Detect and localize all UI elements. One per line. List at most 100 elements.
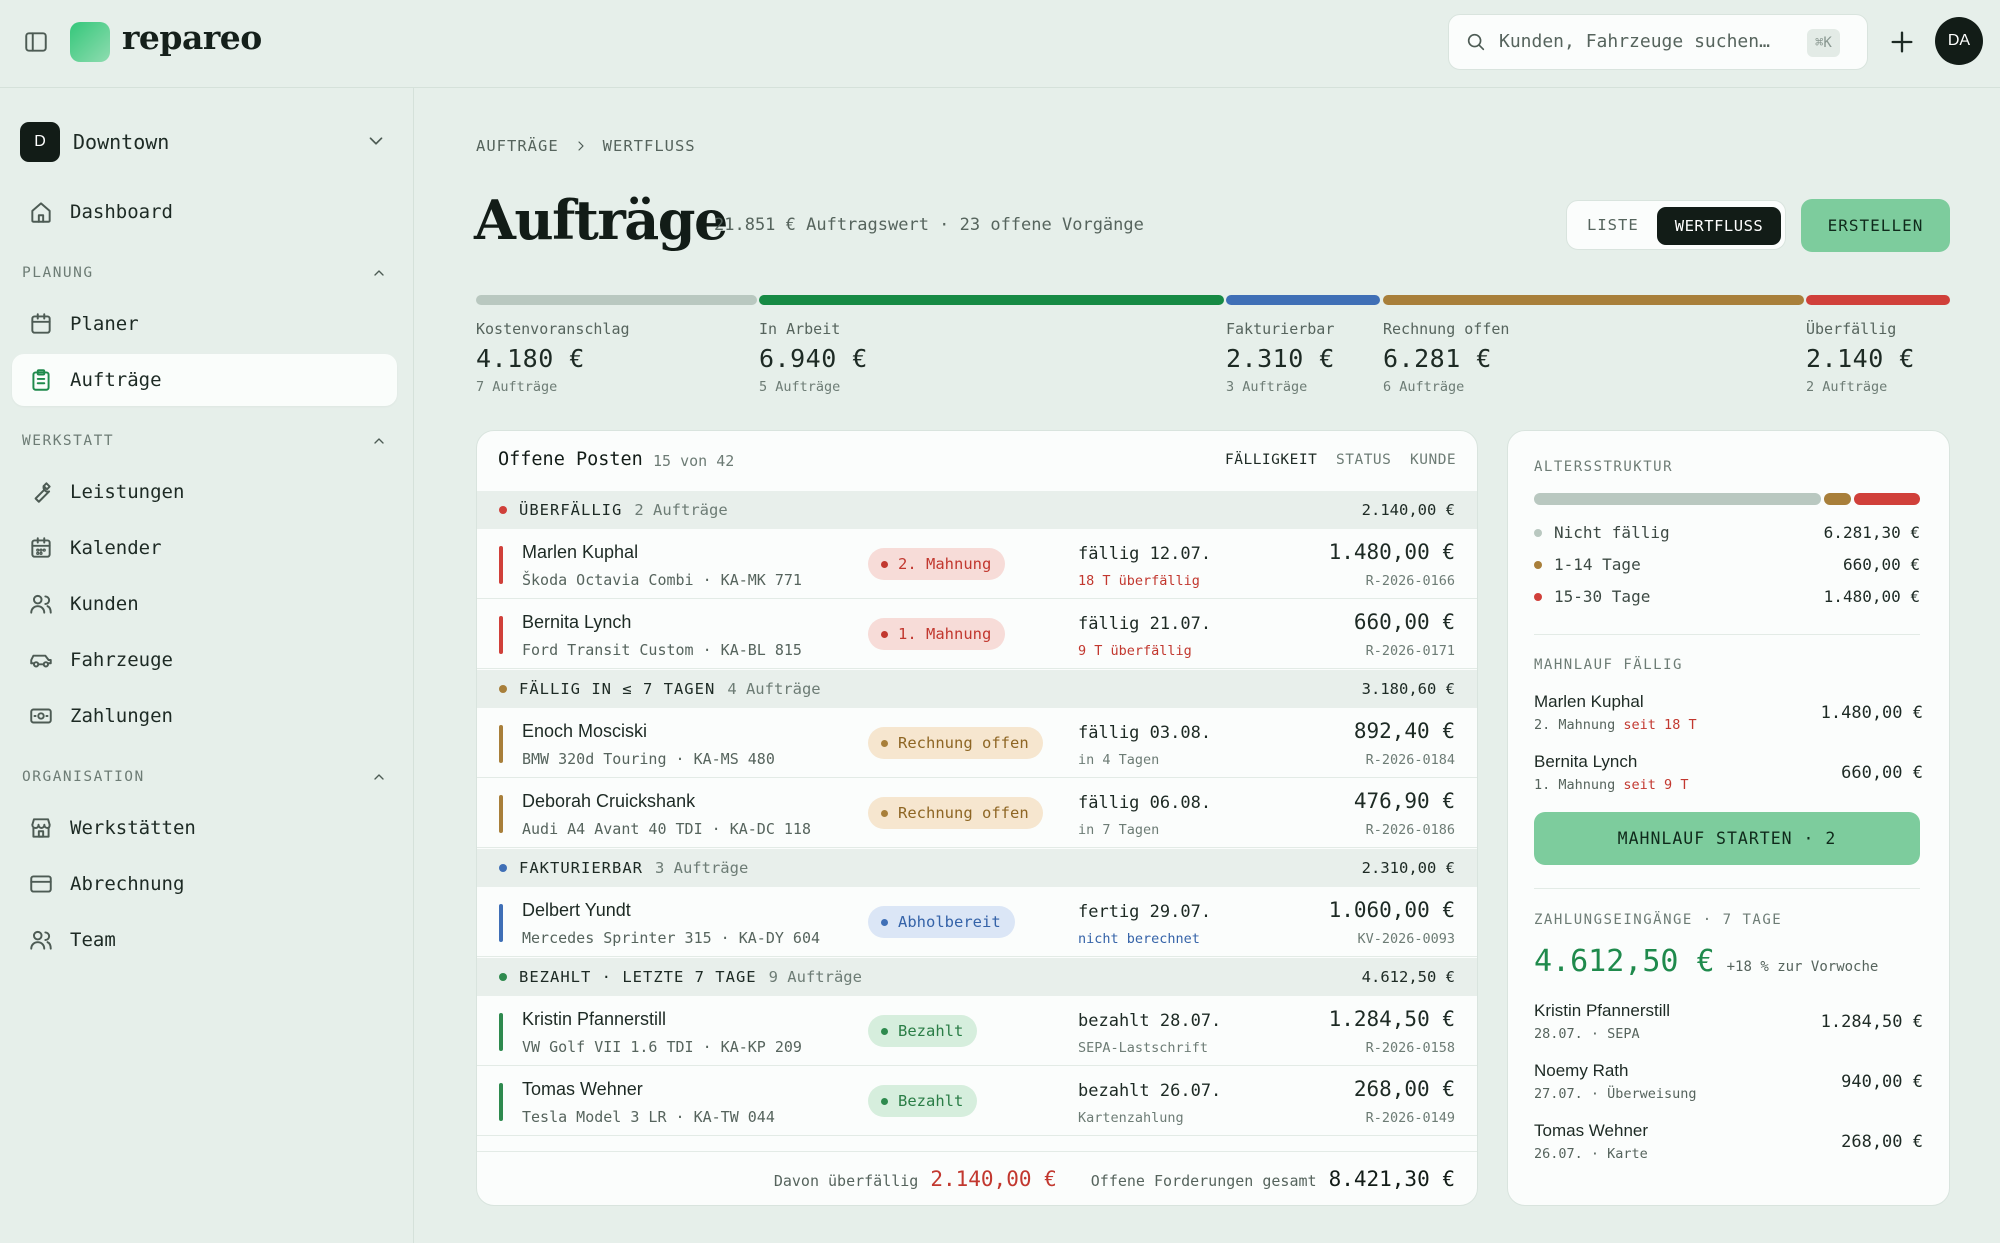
customer-name: Enoch Mosciski <box>522 721 648 741</box>
view-list-tab[interactable]: LISTE <box>1587 216 1639 234</box>
sidebar-item-werkstaetten[interactable]: Werkstätten <box>12 802 397 854</box>
stage-label: Überfällig <box>1806 320 1897 338</box>
row-status-bar <box>499 546 503 584</box>
sort-faelligkeit[interactable]: FÄLLIGKEIT <box>1225 452 1317 468</box>
search-input[interactable]: Kunden, Fahrzeuge suchen… <box>1499 31 1770 52</box>
stage-amount: 6.281 € <box>1383 344 1492 373</box>
due-note: 18 T überfällig <box>1078 573 1200 589</box>
due-note: nicht berechnet <box>1078 931 1200 947</box>
group-sum: 2.140,00 € <box>1361 501 1455 519</box>
page-title: Aufträge <box>474 188 728 252</box>
payment-customer[interactable]: Tomas Wehner <box>1534 1121 1648 1141</box>
pipeline-stage-ueberfaellig[interactable]: Überfällig 2.140 € 2 Aufträge <box>1806 320 1915 395</box>
group-header-ueberfaellig: ÜBERFÄLLIG 2 Aufträge 2.140,00 € <box>477 491 1477 529</box>
pipeline-stage-fakturierbar[interactable]: Fakturierbar 2.310 € 3 Aufträge <box>1226 320 1335 395</box>
view-flow-tab[interactable]: WERTFLUSS <box>1657 207 1781 245</box>
pipeline-stage-kostenvoranschlag[interactable]: Kostenvoranschlag 4.180 € 7 Aufträge <box>476 320 630 395</box>
table-row[interactable]: Enoch Mosciski BMW 320d Touring · KA-MS … <box>477 708 1477 778</box>
dunning-title: MAHNLAUF FÄLLIG <box>1534 657 1683 673</box>
location-switcher[interactable]: D Downtown <box>20 120 390 164</box>
badge-dot <box>881 1027 888 1035</box>
sidebar-item-team[interactable]: Team <box>12 914 397 966</box>
customer-name: Delbert Yundt <box>522 900 631 920</box>
invoice-number: R-2026-0171 <box>1365 643 1455 659</box>
status-badge: Bezahlt <box>868 1015 978 1047</box>
sidebar-item-leistungen[interactable]: Leistungen <box>12 466 397 518</box>
due-note: 9 T überfällig <box>1078 643 1192 659</box>
section-header-planung[interactable]: PLANUNG <box>22 265 387 281</box>
status-badge: 1. Mahnung <box>868 618 1006 650</box>
table-row[interactable]: Marlen Kuphal Škoda Octavia Combi · KA-M… <box>477 529 1477 599</box>
amount: 892,40 € <box>1353 719 1455 743</box>
customer-name: Marlen Kuphal <box>522 542 639 562</box>
due-date: bezahlt 26.07. <box>1078 1081 1222 1101</box>
sort-status[interactable]: STATUS <box>1336 452 1391 468</box>
payment-customer[interactable]: Kristin Pfannerstill <box>1534 1001 1670 1021</box>
sidebar-item-planer[interactable]: Planer <box>12 298 397 350</box>
sidebar-item-dashboard[interactable]: Dashboard <box>12 186 397 238</box>
add-icon[interactable] <box>1888 28 1916 56</box>
due-date: fällig 06.08. <box>1078 793 1212 813</box>
payment-meta: 27.07. · Überweisung <box>1534 1086 1697 1102</box>
sort-kunde[interactable]: KUNDE <box>1410 452 1456 468</box>
dunning-detail: 2. Mahnung seit 18 T <box>1534 717 1697 733</box>
vehicle: Mercedes Sprinter 315 · KA-DY 604 <box>522 929 821 947</box>
stage-label: Rechnung offen <box>1383 320 1510 338</box>
aging-value: 6.281,30 € <box>1823 523 1920 542</box>
amount: 1.284,50 € <box>1328 1007 1455 1031</box>
sidebar-item-abrechnung[interactable]: Abrechnung <box>12 858 397 910</box>
row-status-bar <box>499 616 503 654</box>
badge-dot <box>881 918 888 926</box>
invoice-number: KV-2026-0093 <box>1357 931 1455 947</box>
sidebar-item-kalender[interactable]: Kalender <box>12 522 397 574</box>
dunning-customer[interactable]: Marlen Kuphal <box>1534 692 1644 712</box>
sidebar-item-label: Planer <box>70 313 139 335</box>
open-items-card: Offene Posten 15 von 42 FÄLLIGKEIT STATU… <box>476 430 1478 1206</box>
brand-name: repareo <box>122 18 262 57</box>
sidebar-item-fahrzeuge[interactable]: Fahrzeuge <box>12 634 397 686</box>
vehicle: Audi A4 Avant 40 TDI · KA-DC 118 <box>522 820 811 838</box>
amount: 1.060,00 € <box>1328 898 1455 922</box>
wrench-icon <box>28 479 54 505</box>
dunning-level: 1. Mahnung <box>1534 777 1616 793</box>
search-box[interactable]: Kunden, Fahrzeuge suchen… ⌘K <box>1448 14 1868 70</box>
due-note: in 4 Tagen <box>1078 752 1160 768</box>
sidebar-item-label: Kalender <box>70 537 162 559</box>
aging-segment-1-14 <box>1823 493 1852 505</box>
table-row[interactable]: Deborah Cruickshank Audi A4 Avant 40 TDI… <box>477 778 1477 848</box>
sidebar-item-label: Abrechnung <box>70 873 185 895</box>
sidebar-toggle-icon[interactable] <box>23 29 49 55</box>
sidebar-item-kunden[interactable]: Kunden <box>12 578 397 630</box>
sidebar-item-zahlungen[interactable]: Zahlungen <box>12 690 397 742</box>
dunning-customer[interactable]: Bernita Lynch <box>1534 752 1637 772</box>
due-note: in 7 Tagen <box>1078 822 1160 838</box>
badge-label: Bezahlt <box>898 1092 964 1110</box>
avatar[interactable]: DA <box>1935 17 1983 65</box>
aging-row: Nicht fällig 6.281,30 € <box>1534 523 1920 542</box>
sidebar-item-auftraege[interactable]: Aufträge <box>12 354 397 406</box>
aging-label: 15-30 Tage <box>1554 587 1651 606</box>
payment-meta: 28.07. · SEPA <box>1534 1026 1640 1042</box>
aging-row: 15-30 Tage 1.480,00 € <box>1534 587 1920 606</box>
location-initial: D <box>20 122 60 162</box>
customer-name: Bernita Lynch <box>522 612 632 632</box>
aging-value: 1.480,00 € <box>1823 587 1920 606</box>
table-row[interactable]: Tomas Wehner Tesla Model 3 LR · KA-TW 04… <box>477 1066 1477 1136</box>
location-name: Downtown <box>73 130 170 154</box>
status-badge: Bezahlt <box>868 1085 978 1117</box>
pipeline-stage-rechnung-offen[interactable]: Rechnung offen 6.281 € 6 Aufträge <box>1383 320 1509 395</box>
section-header-werkstatt[interactable]: WERKSTATT <box>22 433 387 449</box>
pipeline-stage-in-arbeit[interactable]: In Arbeit 6.940 € 5 Aufträge <box>759 320 868 395</box>
breadcrumb-root[interactable]: AUFTRÄGE <box>476 137 559 155</box>
invoice-number: R-2026-0158 <box>1365 1040 1455 1056</box>
start-dunning-button[interactable]: MAHNLAUF STARTEN · 2 <box>1534 812 1920 865</box>
table-row[interactable]: Delbert Yundt Mercedes Sprinter 315 · KA… <box>477 887 1477 957</box>
chevron-right-icon <box>573 138 589 154</box>
payment-customer[interactable]: Noemy Rath <box>1534 1061 1628 1081</box>
create-button[interactable]: ERSTELLEN <box>1801 199 1950 252</box>
section-header-organisation[interactable]: ORGANISATION <box>22 769 387 785</box>
group-label: FÄLLIG IN ≤ 7 TAGEN <box>519 680 716 698</box>
table-row[interactable]: Bernita Lynch Ford Transit Custom · KA-B… <box>477 599 1477 669</box>
due-date: bezahlt 28.07. <box>1078 1011 1222 1031</box>
table-row[interactable]: Kristin Pfannerstill VW Golf VII 1.6 TDI… <box>477 996 1477 1066</box>
